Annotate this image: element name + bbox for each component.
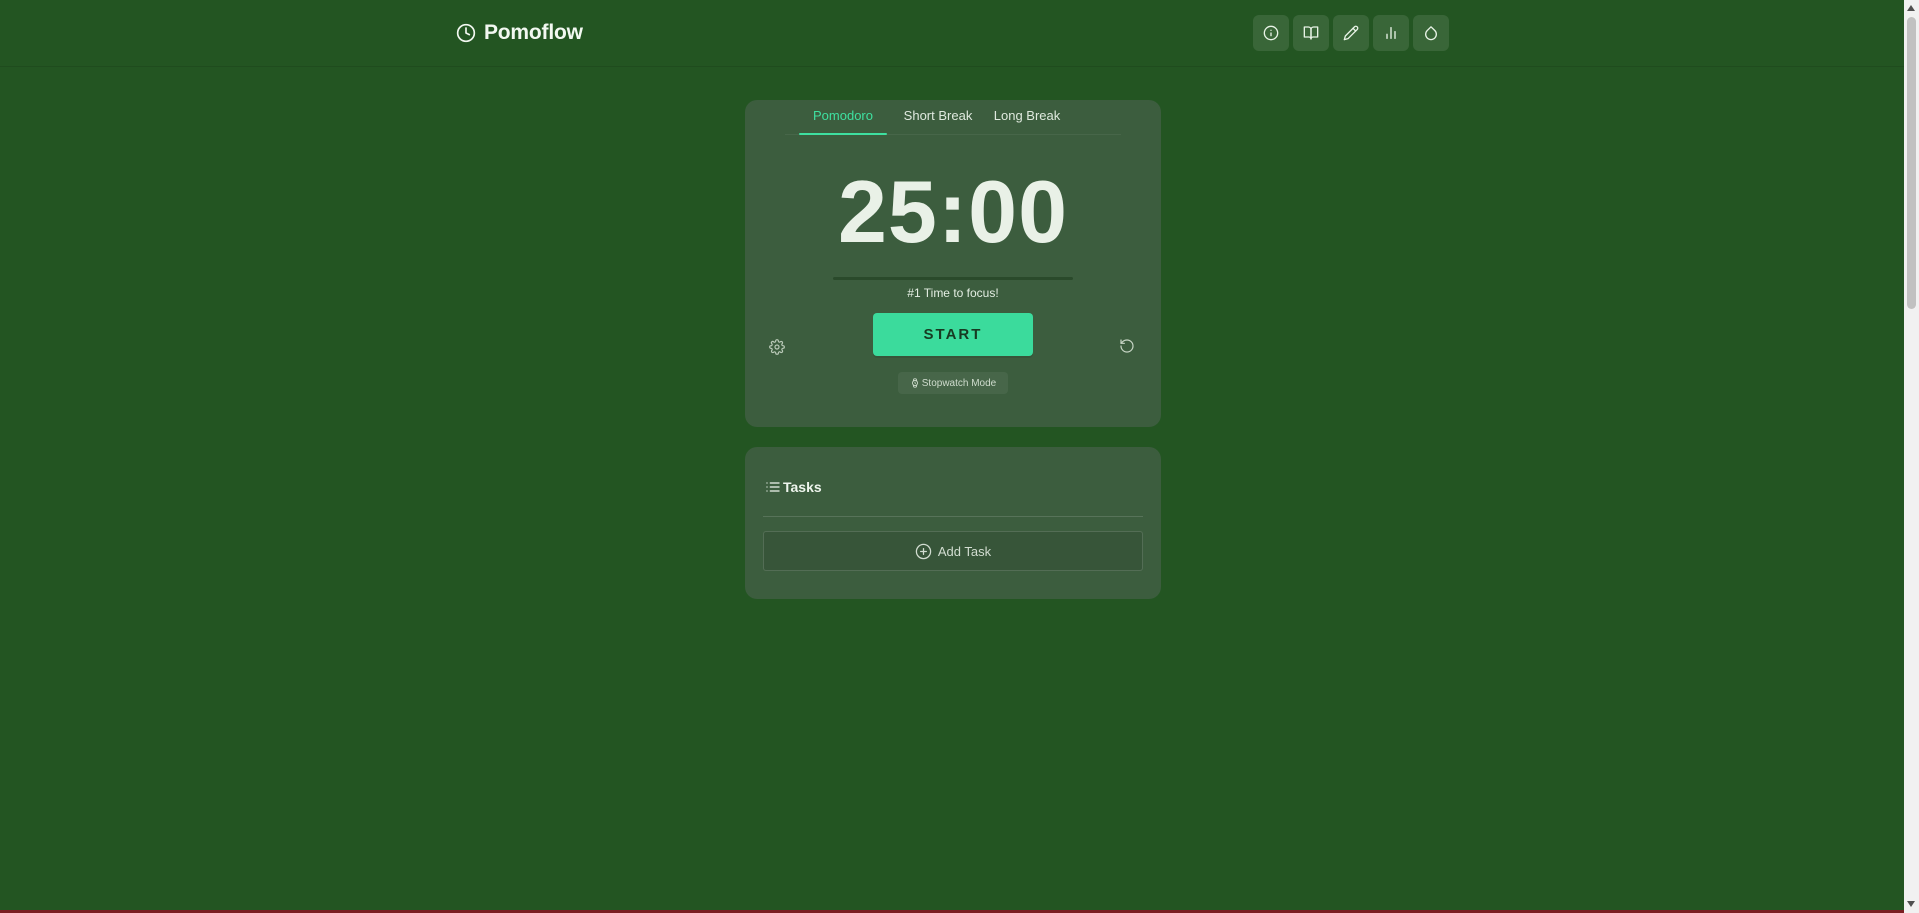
settings-button[interactable] bbox=[769, 339, 785, 355]
guide-button[interactable] bbox=[1293, 15, 1329, 51]
tab-pomodoro[interactable]: Pomodoro bbox=[799, 108, 887, 135]
app-header: Pomoflow bbox=[0, 0, 1904, 67]
bar-chart-icon bbox=[1386, 27, 1396, 39]
info-button[interactable] bbox=[1253, 15, 1289, 51]
plus-circle-icon bbox=[915, 543, 932, 559]
gear-icon bbox=[769, 339, 785, 355]
reset-icon bbox=[1120, 339, 1134, 353]
scroll-thumb[interactable] bbox=[1907, 17, 1916, 309]
timer-display: 25:00 bbox=[837, 162, 1069, 261]
droplet-icon bbox=[1425, 26, 1437, 41]
app-title: Pomoflow bbox=[484, 21, 583, 44]
tab-long-break[interactable]: Long Break bbox=[989, 108, 1065, 135]
active-tab-indicator bbox=[799, 133, 887, 135]
scroll-down-arrow-icon[interactable] bbox=[1907, 901, 1915, 907]
scroll-up-arrow-icon[interactable] bbox=[1907, 5, 1915, 11]
stopwatch-mode-label: Stopwatch Mode bbox=[921, 377, 997, 389]
focus-message: #1 Time to focus! bbox=[907, 286, 999, 300]
timer-card: Pomodoro Short Break Long Break 25:00 #1… bbox=[745, 100, 1161, 427]
start-button[interactable]: START bbox=[873, 313, 1033, 356]
theme-button[interactable] bbox=[1413, 15, 1449, 51]
tasks-title: Tasks bbox=[783, 479, 822, 495]
reset-button[interactable] bbox=[1119, 338, 1135, 354]
list-icon bbox=[766, 482, 780, 492]
info-icon bbox=[1263, 25, 1279, 41]
add-task-label: Add Task bbox=[937, 543, 992, 559]
vertical-scrollbar[interactable] bbox=[1904, 0, 1919, 913]
pencil-icon bbox=[1343, 25, 1359, 41]
notes-button[interactable] bbox=[1333, 15, 1369, 51]
tasks-card: Tasks Add Task bbox=[745, 447, 1161, 599]
stats-button[interactable] bbox=[1373, 15, 1409, 51]
tab-short-break[interactable]: Short Break bbox=[898, 108, 978, 135]
page: Pomoflow Pomodoro Short Break Long Break… bbox=[0, 0, 1919, 913]
progress-bar bbox=[833, 277, 1073, 280]
watch-icon bbox=[911, 378, 918, 388]
clock-icon bbox=[456, 23, 476, 43]
header-nav bbox=[1253, 15, 1449, 51]
book-icon bbox=[1303, 26, 1319, 40]
mode-tabs: Pomodoro Short Break Long Break bbox=[745, 100, 1161, 136]
tasks-divider bbox=[763, 516, 1143, 517]
add-task-button[interactable]: Add Task bbox=[763, 531, 1143, 571]
brand[interactable]: Pomoflow bbox=[456, 21, 583, 45]
tasks-header: Tasks bbox=[765, 479, 822, 495]
stopwatch-mode-button[interactable]: Stopwatch Mode bbox=[898, 372, 1008, 394]
